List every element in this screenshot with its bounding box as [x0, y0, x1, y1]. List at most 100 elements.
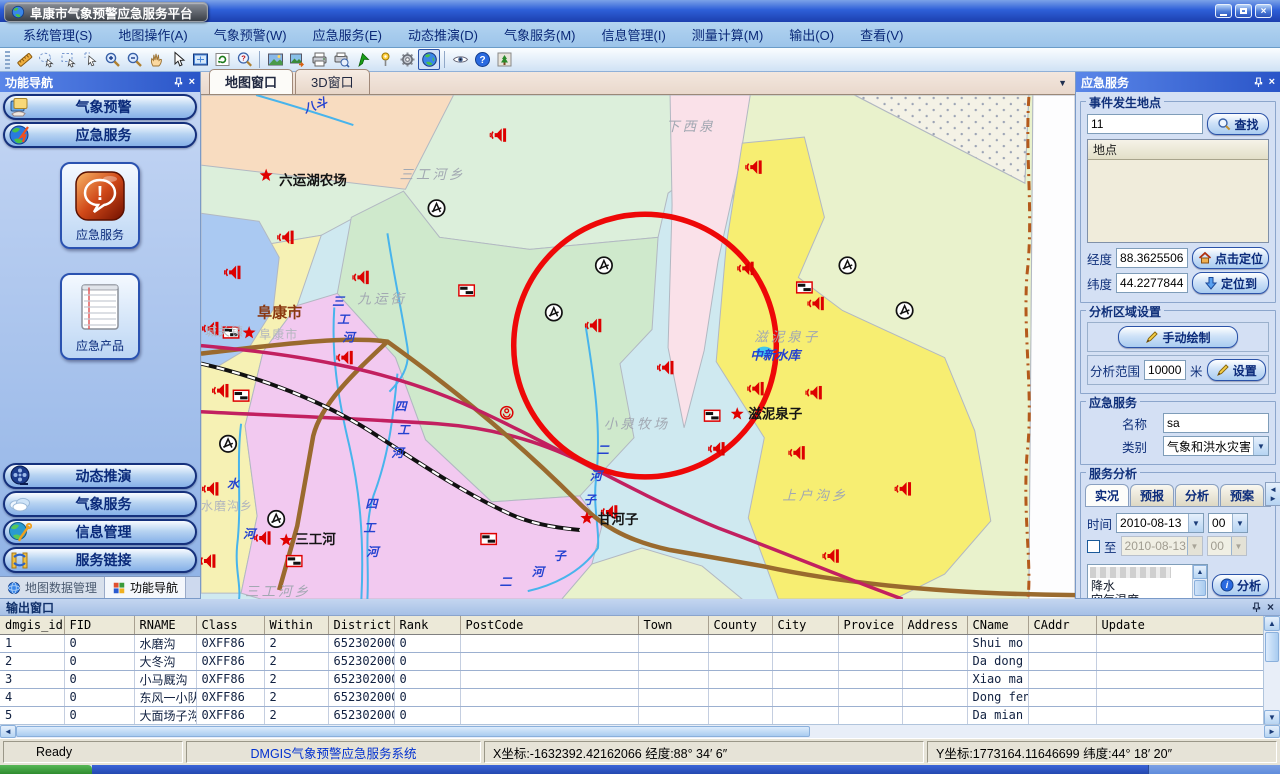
zoom-in-icon[interactable]: [101, 49, 123, 70]
maximize-button[interactable]: [1235, 4, 1252, 18]
column-header-dmgis_id[interactable]: dmgis_id: [0, 616, 64, 634]
service-name-input[interactable]: [1163, 413, 1269, 433]
pin-icon[interactable]: [174, 77, 183, 88]
analysis-tab-2[interactable]: 分析: [1175, 484, 1219, 506]
close-panel-icon[interactable]: ×: [1267, 600, 1274, 614]
service-type-select[interactable]: 气象和洪水灾害 ▼: [1163, 436, 1269, 456]
range-input[interactable]: [1144, 360, 1186, 380]
element-listbox[interactable]: 降水空气温度 ▲: [1087, 564, 1208, 598]
column-header-Provice[interactable]: Provice: [838, 616, 902, 634]
menu-item-2[interactable]: 气象预警(W): [201, 22, 300, 47]
scrollbar-thumb[interactable]: [1194, 580, 1206, 596]
export-map-icon[interactable]: [286, 49, 308, 70]
column-header-Within[interactable]: Within: [264, 616, 328, 634]
column-header-CName[interactable]: CName: [967, 616, 1028, 634]
help-icon[interactable]: ?: [471, 49, 493, 70]
column-header-Address[interactable]: Address: [902, 616, 967, 634]
set-range-button[interactable]: 设置: [1207, 359, 1266, 381]
menu-item-7[interactable]: 测量计算(M): [679, 22, 777, 47]
panel-tab-grid[interactable]: 功能导航: [105, 577, 186, 598]
close-panel-icon[interactable]: ×: [1269, 76, 1275, 88]
menu-item-0[interactable]: 系统管理(S): [10, 22, 105, 47]
sidebar-item-link[interactable]: 服务链接: [3, 547, 197, 573]
scroll-down-icon[interactable]: ▼: [1264, 710, 1280, 724]
manual-draw-button[interactable]: 手动绘制: [1118, 326, 1238, 348]
analysis-tab-3[interactable]: 预案: [1220, 484, 1264, 506]
to-checkbox[interactable]: [1087, 540, 1100, 553]
menu-item-6[interactable]: 信息管理(I): [589, 22, 679, 47]
column-header-CAddr[interactable]: CAddr: [1028, 616, 1096, 634]
table-row-3[interactable]: 40东风一小队0XFF8626523020000Dong fen...: [0, 688, 1263, 706]
list-item[interactable]: 降水: [1088, 579, 1207, 593]
hour2-select[interactable]: 00▼: [1207, 536, 1247, 556]
chevron-down-icon[interactable]: ▼: [1253, 437, 1268, 455]
map-tab-1[interactable]: 3D窗口: [295, 69, 370, 94]
goto-arrow-icon[interactable]: [352, 49, 374, 70]
table-row-0[interactable]: 10水磨沟0XFF8626523020000Shui mo gou: [0, 634, 1263, 652]
map-canvas[interactable]: 八斗六运湖农场三工河乡下西泉阜康市城关镇阜康市九运街三工河滋泥泉子中新水库滋泥泉…: [201, 95, 1075, 599]
longitude-input[interactable]: [1116, 248, 1188, 268]
start-button[interactable]: [0, 765, 92, 774]
column-header-FID[interactable]: FID: [64, 616, 134, 634]
event-location-input[interactable]: [1087, 114, 1203, 134]
sidebar-item-emergency-globe[interactable]: 应急服务: [3, 122, 197, 148]
zoom-out-icon[interactable]: [123, 49, 145, 70]
date2-select[interactable]: 2010-08-13▼: [1121, 536, 1203, 556]
scroll-up-icon[interactable]: ▲: [1193, 565, 1207, 579]
sidebar-item-weather-warning[interactable]: 气象预警: [3, 94, 197, 120]
pointer-icon[interactable]: [167, 49, 189, 70]
chevron-down-icon[interactable]: ▼: [1188, 514, 1203, 532]
locate-click-button[interactable]: 点击定位: [1192, 247, 1269, 269]
map-image-icon[interactable]: [264, 49, 286, 70]
scroll-up-icon[interactable]: ▲: [1264, 616, 1280, 631]
close-button[interactable]: ×: [1255, 4, 1272, 18]
date-select[interactable]: 2010-08-13▼: [1116, 513, 1204, 533]
column-header-Rank[interactable]: Rank: [394, 616, 460, 634]
print-icon[interactable]: [308, 49, 330, 70]
sidebar-item-globe-tools[interactable]: 信息管理: [3, 519, 197, 545]
listbox-scrollbar[interactable]: ▲: [1192, 565, 1207, 598]
analyze-button[interactable]: i 分析: [1212, 574, 1269, 596]
tab-scroll-icons[interactable]: ◄ ►: [1265, 482, 1280, 506]
column-header-PostCode[interactable]: PostCode: [460, 616, 638, 634]
close-panel-icon[interactable]: ×: [189, 76, 195, 88]
column-header-District[interactable]: District: [328, 616, 394, 634]
print-preview-icon[interactable]: [330, 49, 352, 70]
scroll-right-icon[interactable]: ►: [1264, 725, 1280, 738]
visibility-icon[interactable]: [449, 49, 471, 70]
export-view-icon[interactable]: [493, 49, 515, 70]
table-row-4[interactable]: 50大面场子沟0XFF8626523020000Da mian ...: [0, 706, 1263, 724]
refresh-icon[interactable]: [211, 49, 233, 70]
location-list-body[interactable]: [1088, 160, 1268, 242]
list-item[interactable]: 空气温度: [1088, 593, 1207, 598]
pin-icon[interactable]: [1252, 602, 1261, 613]
chevron-down-icon[interactable]: ▼: [1232, 514, 1247, 532]
analysis-tab-0[interactable]: 实况: [1085, 484, 1129, 506]
vertical-scrollbar[interactable]: ▲ ▼: [1263, 616, 1280, 724]
select-lasso-icon[interactable]: [35, 49, 57, 70]
menu-item-3[interactable]: 应急服务(E): [300, 22, 395, 47]
pan-icon[interactable]: [145, 49, 167, 70]
pin-icon[interactable]: [1254, 77, 1263, 88]
toolbar-grip[interactable]: [5, 51, 10, 69]
column-header-Town[interactable]: Town: [638, 616, 708, 634]
menu-item-5[interactable]: 气象服务(M): [491, 22, 589, 47]
menu-item-4[interactable]: 动态推演(D): [395, 22, 491, 47]
minimize-button[interactable]: [1215, 4, 1232, 18]
scroll-left-icon[interactable]: ◄: [0, 725, 16, 738]
column-header-County[interactable]: County: [708, 616, 772, 634]
identify-icon[interactable]: ?: [233, 49, 255, 70]
map-tab-0[interactable]: 地图窗口: [209, 69, 293, 94]
globe-icon[interactable]: [418, 49, 440, 70]
panel-tab-globe-small[interactable]: 地图数据管理: [0, 577, 105, 598]
table-row-2[interactable]: 30小马厩沟0XFF8626523020000Xiao ma ...: [0, 670, 1263, 688]
shortcut-alert-button[interactable]: !应急服务: [60, 162, 140, 249]
sidebar-item-cloud[interactable]: 气象服务: [3, 491, 197, 517]
map-tab-dropdown-icon[interactable]: ▼: [1058, 78, 1067, 88]
column-header-RNAME[interactable]: RNAME: [134, 616, 196, 634]
select-pointer-icon[interactable]: [79, 49, 101, 70]
scrollbar-thumb[interactable]: [1265, 632, 1279, 662]
listbox-selected-row[interactable]: [1090, 567, 1171, 578]
column-header-City[interactable]: City: [772, 616, 838, 634]
hour-select[interactable]: 00▼: [1208, 513, 1248, 533]
